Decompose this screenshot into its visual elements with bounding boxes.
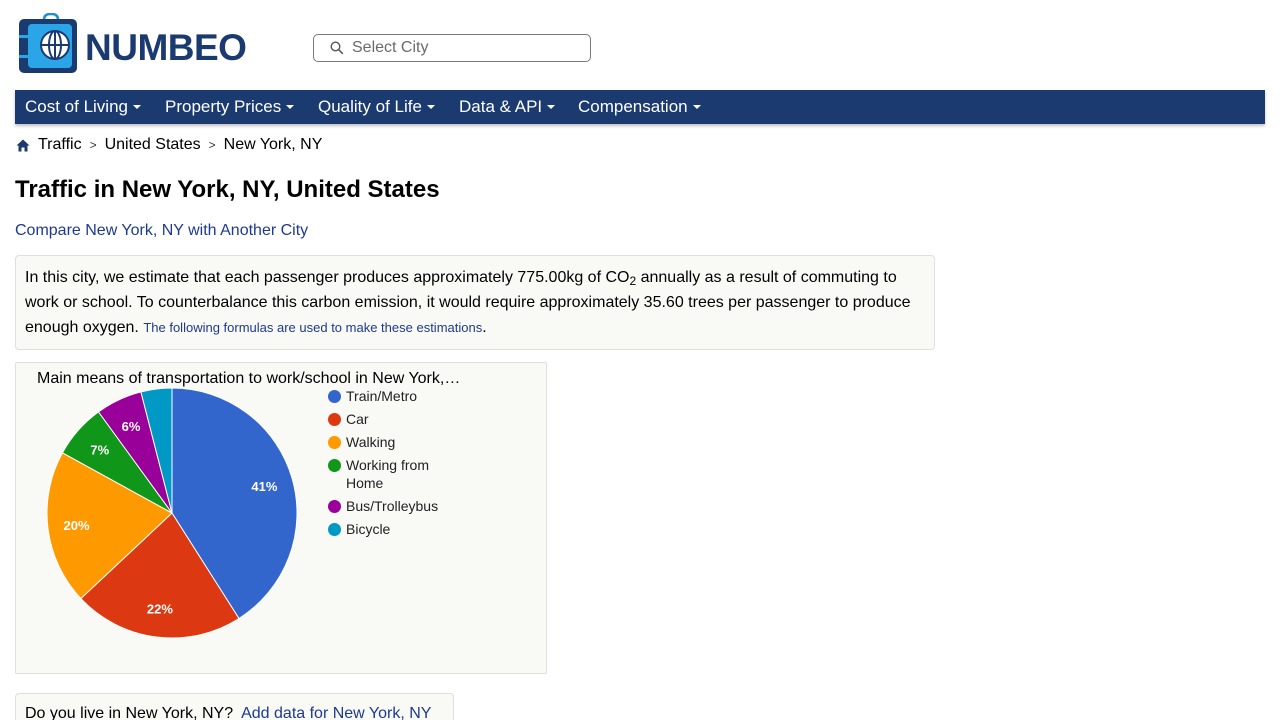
pie-data-label: 41% — [251, 479, 277, 494]
numbeo-logo[interactable]: NUMBEO — [17, 13, 257, 77]
pie-data-label: 20% — [63, 518, 89, 533]
nav-data-api[interactable]: Data & API — [459, 90, 556, 124]
nav-label: Compensation — [578, 97, 688, 116]
nav-property-prices[interactable]: Property Prices — [165, 90, 295, 124]
legend-item[interactable]: Bicycle — [328, 520, 448, 538]
legend-item[interactable]: Walking — [328, 433, 448, 451]
legend-label: Bicycle — [346, 521, 391, 537]
nav-compensation[interactable]: Compensation — [578, 90, 701, 124]
co2-text: In this city, we estimate that each pass… — [25, 269, 630, 286]
pie-chart: 41% 22% 20% 7% 6% — [46, 387, 298, 639]
transport-chart: Main means of transportation to work/sch… — [15, 362, 547, 674]
nav-label: Cost of Living — [25, 97, 128, 116]
legend-label: Car — [346, 411, 369, 427]
legend-item[interactable]: Working from Home — [328, 456, 448, 492]
legend-swatch — [328, 390, 341, 403]
globe-suitcase-icon — [19, 13, 77, 73]
legend-label: Bus/Trolleybus — [346, 498, 439, 514]
legend-label: Working from Home — [346, 457, 429, 491]
breadcrumb-separator: > — [208, 138, 216, 152]
live-here-box: Do you live in New York, NY? Add data for… — [15, 693, 454, 720]
legend-swatch — [328, 436, 341, 449]
breadcrumb-country[interactable]: United States — [105, 136, 201, 154]
caret-down-icon — [692, 104, 701, 109]
home-icon[interactable] — [16, 139, 30, 152]
pie-data-label: 22% — [147, 601, 173, 616]
main-nav: Cost of Living Property Prices Quality o… — [15, 90, 1265, 124]
breadcrumb-traffic[interactable]: Traffic — [38, 136, 82, 154]
legend-label: Walking — [346, 434, 396, 450]
legend-item[interactable]: Car — [328, 410, 448, 428]
co2-estimate-box: In this city, we estimate that each pass… — [15, 255, 935, 350]
breadcrumb: Traffic > United States > New York, NY — [16, 136, 322, 154]
legend-swatch — [328, 500, 341, 513]
add-data-link[interactable]: Add data for New York, NY — [241, 705, 431, 720]
compare-city-link[interactable]: Compare New York, NY with Another City — [15, 222, 308, 240]
legend-item[interactable]: Bus/Trolleybus — [328, 497, 448, 515]
search-icon — [330, 41, 344, 55]
legend-label: Train/Metro — [346, 388, 418, 404]
search-input[interactable] — [352, 37, 582, 59]
co2-text-end: . — [482, 319, 487, 336]
formulas-link[interactable]: The following formulas are used to make … — [143, 320, 482, 335]
nav-label: Property Prices — [165, 97, 282, 116]
nav-label: Data & API — [459, 97, 543, 116]
nav-quality-of-life[interactable]: Quality of Life — [318, 90, 435, 124]
page-title: Traffic in New York, NY, United States — [15, 176, 440, 203]
city-search[interactable] — [313, 34, 591, 62]
nav-cost-of-living[interactable]: Cost of Living — [25, 90, 141, 124]
breadcrumb-separator: > — [89, 138, 97, 152]
live-question: Do you live in New York, NY? — [25, 705, 234, 720]
breadcrumb-city[interactable]: New York, NY — [224, 136, 323, 154]
brand-name: NUMBEO — [85, 27, 247, 68]
caret-down-icon — [547, 104, 556, 109]
legend-swatch — [328, 459, 341, 472]
nav-label: Quality of Life — [318, 97, 422, 116]
legend-swatch — [328, 413, 341, 426]
caret-down-icon — [286, 104, 295, 109]
legend-item[interactable]: Train/Metro — [328, 387, 448, 405]
pie-data-label: 7% — [90, 442, 109, 457]
caret-down-icon — [426, 104, 435, 109]
pie-data-label: 6% — [122, 419, 141, 434]
legend-swatch — [328, 523, 341, 536]
chart-legend: Train/Metro Car Walking Working from Home Bu… — [328, 387, 448, 543]
caret-down-icon — [133, 104, 141, 109]
